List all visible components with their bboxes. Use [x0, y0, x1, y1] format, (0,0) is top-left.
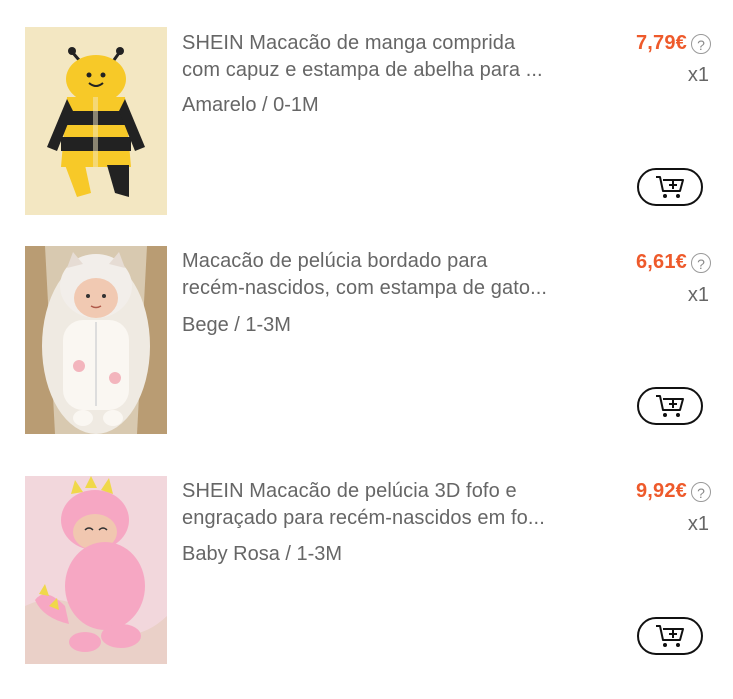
product-item[interactable]: SHEIN Macacão de manga comprida com capu…	[0, 0, 733, 215]
product-price: 6,61€	[635, 251, 687, 273]
product-price: 9,92€	[635, 480, 687, 502]
product-variant[interactable]: Amarelo / 0-1M	[182, 92, 319, 118]
product-variant[interactable]: Baby Rosa / 1-3M	[182, 541, 342, 567]
question-circle-icon[interactable]: ?	[691, 252, 711, 273]
product-image[interactable]	[25, 476, 167, 664]
cart-plus-icon	[656, 176, 684, 198]
add-to-cart-button[interactable]	[637, 617, 703, 655]
cart-plus-icon	[656, 625, 684, 647]
product-quantity: x1	[687, 513, 709, 535]
product-title[interactable]: Macacão de pelúcia bordado para recém-na…	[182, 248, 602, 302]
price-row: 7,79€ ?	[636, 32, 711, 55]
dino-onesie-image	[25, 476, 167, 664]
add-to-cart-button[interactable]	[637, 387, 703, 425]
product-item[interactable]: Macacão de pelúcia bordado para recém-na…	[0, 220, 733, 434]
bee-onesie-image	[25, 27, 167, 215]
price-row: 6,61€ ?	[636, 251, 711, 274]
product-price: 7,79€	[635, 32, 687, 54]
product-image[interactable]	[25, 246, 167, 434]
product-title[interactable]: SHEIN Macacão de pelúcia 3D fofo e engra…	[182, 478, 602, 532]
question-circle-icon[interactable]: ?	[691, 481, 711, 502]
cat-onesie-image	[25, 246, 167, 434]
question-circle-icon[interactable]: ?	[691, 33, 711, 54]
product-image[interactable]	[25, 27, 167, 215]
product-item[interactable]: SHEIN Macacão de pelúcia 3D fofo e engra…	[0, 450, 733, 664]
add-to-cart-button[interactable]	[637, 168, 703, 206]
price-row: 9,92€ ?	[636, 480, 711, 503]
product-quantity: x1	[687, 64, 709, 86]
cart-plus-icon	[656, 395, 684, 417]
product-variant[interactable]: Bege / 1-3M	[182, 312, 291, 338]
product-quantity: x1	[687, 284, 709, 306]
product-title[interactable]: SHEIN Macacão de manga comprida com capu…	[182, 30, 602, 84]
